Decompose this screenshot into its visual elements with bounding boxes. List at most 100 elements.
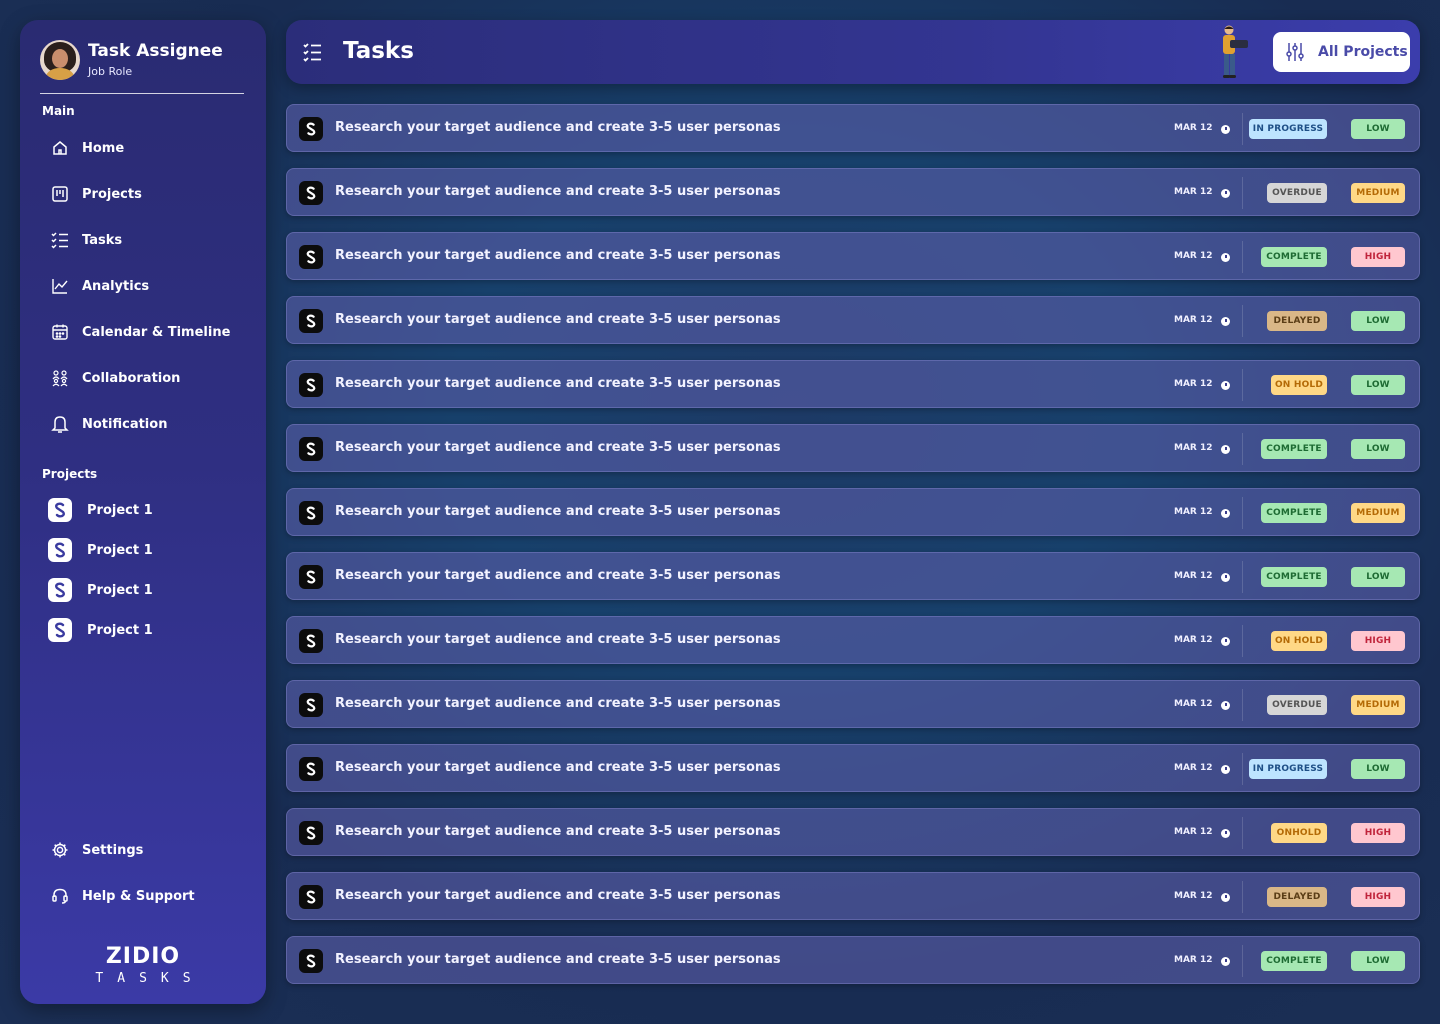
- clock-icon: [1221, 573, 1230, 582]
- priority-badge[interactable]: LOW: [1351, 951, 1405, 971]
- status-badge[interactable]: IN PROGRESS: [1249, 759, 1327, 779]
- profile-role: Job Role: [88, 65, 133, 78]
- task-due-date: MAR 12: [1174, 763, 1213, 773]
- sidebar-project-item[interactable]: Project 1: [48, 617, 248, 643]
- home-icon: [50, 138, 70, 158]
- status-badge[interactable]: IN PROGRESS: [1249, 119, 1327, 139]
- status-badge[interactable]: OVERDUE: [1267, 695, 1327, 715]
- sidebar-project-item[interactable]: Project 1: [48, 577, 248, 603]
- task-row[interactable]: Research your target audience and create…: [286, 296, 1420, 344]
- divider: [1242, 433, 1243, 465]
- task-due-date: MAR 12: [1174, 635, 1213, 645]
- task-title: Research your target audience and create…: [335, 888, 781, 903]
- task-row[interactable]: Research your target audience and create…: [286, 488, 1420, 536]
- status-badge[interactable]: DELAYED: [1267, 311, 1327, 331]
- task-row[interactable]: Research your target audience and create…: [286, 808, 1420, 856]
- all-projects-button[interactable]: All Projects: [1273, 32, 1410, 72]
- sidebar-item-tasks[interactable]: Tasks: [50, 228, 250, 252]
- bell-icon: [50, 414, 70, 434]
- priority-badge[interactable]: HIGH: [1351, 887, 1405, 907]
- brand-sub: TASKS: [95, 971, 205, 986]
- headset-icon: [50, 886, 70, 906]
- task-due-date: MAR 12: [1174, 123, 1213, 133]
- divider: [1242, 753, 1243, 785]
- divider: [1242, 177, 1243, 209]
- project-logo-icon: [299, 885, 323, 909]
- status-badge[interactable]: OVERDUE: [1267, 183, 1327, 203]
- task-due-date: MAR 12: [1174, 379, 1213, 389]
- priority-badge[interactable]: HIGH: [1351, 823, 1405, 843]
- sidebar-item-calendar[interactable]: Calendar & Timeline: [50, 320, 250, 344]
- divider: [1242, 881, 1243, 913]
- sidebar-item-notification[interactable]: Notification: [50, 412, 250, 436]
- task-row[interactable]: Research your target audience and create…: [286, 936, 1420, 984]
- task-due-date: MAR 12: [1174, 507, 1213, 517]
- task-row[interactable]: Research your target audience and create…: [286, 424, 1420, 472]
- sidebar-project-item[interactable]: Project 1: [48, 537, 248, 563]
- sidebar-item-settings[interactable]: Settings: [50, 838, 250, 862]
- task-row[interactable]: Research your target audience and create…: [286, 104, 1420, 152]
- task-title: Research your target audience and create…: [335, 632, 781, 647]
- status-badge[interactable]: DELAYED: [1267, 887, 1327, 907]
- task-row[interactable]: Research your target audience and create…: [286, 168, 1420, 216]
- analytics-icon: [50, 276, 70, 296]
- section-label-projects: Projects: [42, 467, 98, 481]
- status-badge[interactable]: COMPLETE: [1261, 951, 1327, 971]
- task-title: Research your target audience and create…: [335, 312, 781, 327]
- task-row[interactable]: Research your target audience and create…: [286, 872, 1420, 920]
- task-row[interactable]: Research your target audience and create…: [286, 360, 1420, 408]
- priority-badge[interactable]: HIGH: [1351, 247, 1405, 267]
- project-logo-icon: [299, 757, 323, 781]
- sidebar-item-label: Tasks: [82, 232, 123, 248]
- clock-icon: [1221, 509, 1230, 518]
- divider: [1242, 689, 1243, 721]
- divider: [1242, 241, 1243, 273]
- status-badge[interactable]: COMPLETE: [1261, 503, 1327, 523]
- status-badge[interactable]: COMPLETE: [1261, 567, 1327, 587]
- priority-badge[interactable]: HIGH: [1351, 631, 1405, 651]
- status-badge[interactable]: ONHOLD: [1271, 823, 1327, 843]
- sidebar-project-item[interactable]: Project 1: [48, 497, 248, 523]
- task-row[interactable]: Research your target audience and create…: [286, 616, 1420, 664]
- priority-badge[interactable]: LOW: [1351, 567, 1405, 587]
- priority-badge[interactable]: LOW: [1351, 375, 1405, 395]
- status-badge[interactable]: COMPLETE: [1261, 439, 1327, 459]
- status-badge[interactable]: ON HOLD: [1271, 375, 1327, 395]
- priority-badge[interactable]: LOW: [1351, 759, 1405, 779]
- project-logo-icon: [299, 437, 323, 461]
- project-logo-icon: [48, 618, 72, 642]
- status-badge[interactable]: ON HOLD: [1271, 631, 1327, 651]
- task-due-date: MAR 12: [1174, 315, 1213, 325]
- priority-badge[interactable]: MEDIUM: [1351, 183, 1405, 203]
- sidebar-item-label: Projects: [82, 186, 142, 202]
- sidebar-item-collaboration[interactable]: Collaboration: [50, 366, 250, 390]
- project-logo-icon: [299, 117, 323, 141]
- sidebar-item-label: Home: [82, 140, 125, 156]
- collaboration-icon: [50, 368, 70, 388]
- sidebar-item-home[interactable]: Home: [50, 136, 250, 160]
- priority-badge[interactable]: LOW: [1351, 311, 1405, 331]
- sidebar-item-projects[interactable]: Projects: [50, 182, 250, 206]
- project-logo-icon: [48, 498, 72, 522]
- divider: [1242, 497, 1243, 529]
- task-row[interactable]: Research your target audience and create…: [286, 232, 1420, 280]
- priority-badge[interactable]: LOW: [1351, 119, 1405, 139]
- priority-badge[interactable]: MEDIUM: [1351, 503, 1405, 523]
- profile-card[interactable]: Task Assignee Job Role: [40, 40, 244, 94]
- divider: [1242, 817, 1243, 849]
- sidebar-item-analytics[interactable]: Analytics: [50, 274, 250, 298]
- status-badge[interactable]: COMPLETE: [1261, 247, 1327, 267]
- clock-icon: [1221, 253, 1230, 262]
- task-row[interactable]: Research your target audience and create…: [286, 552, 1420, 600]
- divider: [1242, 945, 1243, 977]
- task-title: Research your target audience and create…: [335, 952, 781, 967]
- task-row[interactable]: Research your target audience and create…: [286, 744, 1420, 792]
- sidebar-item-help[interactable]: Help & Support: [50, 884, 250, 908]
- task-row[interactable]: Research your target audience and create…: [286, 680, 1420, 728]
- priority-badge[interactable]: MEDIUM: [1351, 695, 1405, 715]
- brand-name: ZIDIO: [105, 944, 181, 969]
- sidebar-item-label: Notification: [82, 416, 168, 432]
- priority-badge[interactable]: LOW: [1351, 439, 1405, 459]
- gear-icon: [50, 840, 70, 860]
- task-list-icon[interactable]: [302, 42, 324, 62]
